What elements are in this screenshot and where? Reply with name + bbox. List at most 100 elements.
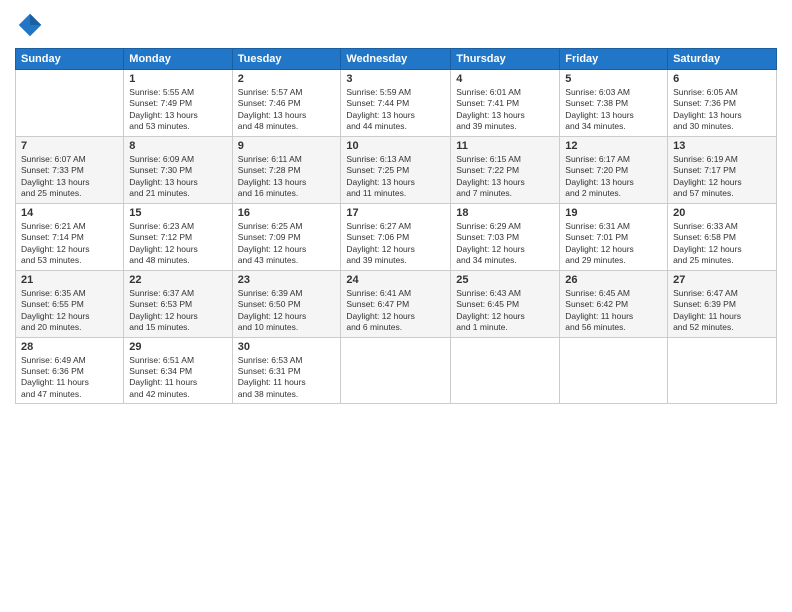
day-info: Sunrise: 6:49 AM Sunset: 6:36 PM Dayligh… [21, 355, 118, 401]
calendar-cell: 1 Sunrise: 5:55 AM Sunset: 7:49 PM Daylig… [124, 70, 232, 137]
day-number: 3 [346, 73, 445, 85]
page: SundayMondayTuesdayWednesdayThursdayFrid… [0, 0, 792, 612]
calendar-cell: 11Sunrise: 6:15 AM Sunset: 7:22 PM Dayli… [451, 136, 560, 203]
calendar: SundayMondayTuesdayWednesdayThursdayFrid… [15, 48, 777, 404]
day-info: Sunrise: 6:47 AM Sunset: 6:39 PM Dayligh… [673, 288, 771, 334]
calendar-week-row: 1 Sunrise: 5:55 AM Sunset: 7:49 PM Daylig… [16, 70, 777, 137]
day-number: 21 [21, 274, 118, 286]
day-number: 11 [456, 140, 554, 152]
day-info: Sunrise: 6:09 AM Sunset: 7:30 PM Dayligh… [129, 154, 226, 200]
calendar-cell: 6Sunrise: 6:05 AM Sunset: 7:36 PM Daylig… [668, 70, 777, 137]
day-info: Sunrise: 6:35 AM Sunset: 6:55 PM Dayligh… [21, 288, 118, 334]
weekday-header: Wednesday [341, 49, 451, 70]
day-info: Sunrise: 6:41 AM Sunset: 6:47 PM Dayligh… [346, 288, 445, 334]
day-number: 26 [565, 274, 662, 286]
day-number: 2 [238, 73, 336, 85]
day-info: Sunrise: 6:27 AM Sunset: 7:06 PM Dayligh… [346, 221, 445, 267]
calendar-cell: 21 Sunrise: 6:35 AM Sunset: 6:55 PM Dayli… [16, 270, 124, 337]
calendar-cell: 8 Sunrise: 6:09 AM Sunset: 7:30 PM Daylig… [124, 136, 232, 203]
calendar-cell: 22 Sunrise: 6:37 AM Sunset: 6:53 PM Dayli… [124, 270, 232, 337]
day-number: 22 [129, 274, 226, 286]
day-number: 10 [346, 140, 445, 152]
day-number: 24 [346, 274, 445, 286]
day-info: Sunrise: 6:11 AM Sunset: 7:28 PM Dayligh… [238, 154, 336, 200]
calendar-cell [341, 337, 451, 404]
day-number: 23 [238, 274, 336, 286]
day-number: 6 [673, 73, 771, 85]
day-number: 1 [129, 73, 226, 85]
calendar-cell: 28 Sunrise: 6:49 AM Sunset: 6:36 PM Dayli… [16, 337, 124, 404]
day-number: 12 [565, 140, 662, 152]
calendar-cell: 25 Sunrise: 6:43 AM Sunset: 6:45 PM Dayli… [451, 270, 560, 337]
calendar-cell: 30 Sunrise: 6:53 AM Sunset: 6:31 PM Dayli… [232, 337, 341, 404]
day-info: Sunrise: 6:33 AM Sunset: 6:58 PM Dayligh… [673, 221, 771, 267]
day-number: 27 [673, 274, 771, 286]
day-number: 14 [21, 207, 118, 219]
logo [15, 10, 49, 40]
day-info: Sunrise: 6:31 AM Sunset: 7:01 PM Dayligh… [565, 221, 662, 267]
calendar-cell: 16 Sunrise: 6:25 AM Sunset: 7:09 PM Dayli… [232, 203, 341, 270]
calendar-cell: 12 Sunrise: 6:17 AM Sunset: 7:20 PM Dayli… [560, 136, 668, 203]
calendar-week-row: 14 Sunrise: 6:21 AM Sunset: 7:14 PM Dayli… [16, 203, 777, 270]
calendar-cell: 19 Sunrise: 6:31 AM Sunset: 7:01 PM Dayli… [560, 203, 668, 270]
weekday-header-row: SundayMondayTuesdayWednesdayThursdayFrid… [16, 49, 777, 70]
day-number: 8 [129, 140, 226, 152]
calendar-week-row: 21 Sunrise: 6:35 AM Sunset: 6:55 PM Dayli… [16, 270, 777, 337]
weekday-header: Tuesday [232, 49, 341, 70]
weekday-header: Saturday [668, 49, 777, 70]
day-info: Sunrise: 6:21 AM Sunset: 7:14 PM Dayligh… [21, 221, 118, 267]
day-info: Sunrise: 6:39 AM Sunset: 6:50 PM Dayligh… [238, 288, 336, 334]
day-info: Sunrise: 6:43 AM Sunset: 6:45 PM Dayligh… [456, 288, 554, 334]
day-info: Sunrise: 6:01 AM Sunset: 7:41 PM Dayligh… [456, 87, 554, 133]
day-number: 25 [456, 274, 554, 286]
day-info: Sunrise: 6:37 AM Sunset: 6:53 PM Dayligh… [129, 288, 226, 334]
day-number: 28 [21, 341, 118, 353]
weekday-header: Thursday [451, 49, 560, 70]
day-number: 20 [673, 207, 771, 219]
day-info: Sunrise: 6:13 AM Sunset: 7:25 PM Dayligh… [346, 154, 445, 200]
weekday-header: Monday [124, 49, 232, 70]
day-info: Sunrise: 6:19 AM Sunset: 7:17 PM Dayligh… [673, 154, 771, 200]
calendar-cell: 26 Sunrise: 6:45 AM Sunset: 6:42 PM Dayli… [560, 270, 668, 337]
calendar-cell [451, 337, 560, 404]
calendar-cell: 27 Sunrise: 6:47 AM Sunset: 6:39 PM Dayli… [668, 270, 777, 337]
day-number: 13 [673, 140, 771, 152]
day-number: 17 [346, 207, 445, 219]
calendar-cell: 10 Sunrise: 6:13 AM Sunset: 7:25 PM Dayli… [341, 136, 451, 203]
day-number: 16 [238, 207, 336, 219]
day-info: Sunrise: 6:23 AM Sunset: 7:12 PM Dayligh… [129, 221, 226, 267]
header [15, 10, 777, 40]
day-info: Sunrise: 5:59 AM Sunset: 7:44 PM Dayligh… [346, 87, 445, 133]
calendar-cell [668, 337, 777, 404]
day-info: Sunrise: 6:53 AM Sunset: 6:31 PM Dayligh… [238, 355, 336, 401]
calendar-cell: 4 Sunrise: 6:01 AM Sunset: 7:41 PM Daylig… [451, 70, 560, 137]
day-number: 9 [238, 140, 336, 152]
day-info: Sunrise: 5:55 AM Sunset: 7:49 PM Dayligh… [129, 87, 226, 133]
weekday-header: Friday [560, 49, 668, 70]
calendar-cell [16, 70, 124, 137]
calendar-week-row: 7Sunrise: 6:07 AM Sunset: 7:33 PM Daylig… [16, 136, 777, 203]
calendar-cell: 5Sunrise: 6:03 AM Sunset: 7:38 PM Daylig… [560, 70, 668, 137]
day-info: Sunrise: 6:07 AM Sunset: 7:33 PM Dayligh… [21, 154, 118, 200]
day-info: Sunrise: 6:29 AM Sunset: 7:03 PM Dayligh… [456, 221, 554, 267]
calendar-cell: 18 Sunrise: 6:29 AM Sunset: 7:03 PM Dayli… [451, 203, 560, 270]
calendar-cell: 29Sunrise: 6:51 AM Sunset: 6:34 PM Dayli… [124, 337, 232, 404]
day-info: Sunrise: 6:17 AM Sunset: 7:20 PM Dayligh… [565, 154, 662, 200]
calendar-cell: 17 Sunrise: 6:27 AM Sunset: 7:06 PM Dayli… [341, 203, 451, 270]
calendar-cell: 23 Sunrise: 6:39 AM Sunset: 6:50 PM Dayli… [232, 270, 341, 337]
day-number: 18 [456, 207, 554, 219]
day-number: 4 [456, 73, 554, 85]
day-info: Sunrise: 6:45 AM Sunset: 6:42 PM Dayligh… [565, 288, 662, 334]
calendar-cell [560, 337, 668, 404]
calendar-cell: 15Sunrise: 6:23 AM Sunset: 7:12 PM Dayli… [124, 203, 232, 270]
day-info: Sunrise: 6:25 AM Sunset: 7:09 PM Dayligh… [238, 221, 336, 267]
day-number: 19 [565, 207, 662, 219]
calendar-cell: 7Sunrise: 6:07 AM Sunset: 7:33 PM Daylig… [16, 136, 124, 203]
day-info: Sunrise: 6:51 AM Sunset: 6:34 PM Dayligh… [129, 355, 226, 401]
calendar-cell: 14 Sunrise: 6:21 AM Sunset: 7:14 PM Dayli… [16, 203, 124, 270]
calendar-week-row: 28 Sunrise: 6:49 AM Sunset: 6:36 PM Dayli… [16, 337, 777, 404]
day-info: Sunrise: 5:57 AM Sunset: 7:46 PM Dayligh… [238, 87, 336, 133]
calendar-cell: 9 Sunrise: 6:11 AM Sunset: 7:28 PM Daylig… [232, 136, 341, 203]
day-number: 30 [238, 341, 336, 353]
calendar-cell: 24 Sunrise: 6:41 AM Sunset: 6:47 PM Dayli… [341, 270, 451, 337]
